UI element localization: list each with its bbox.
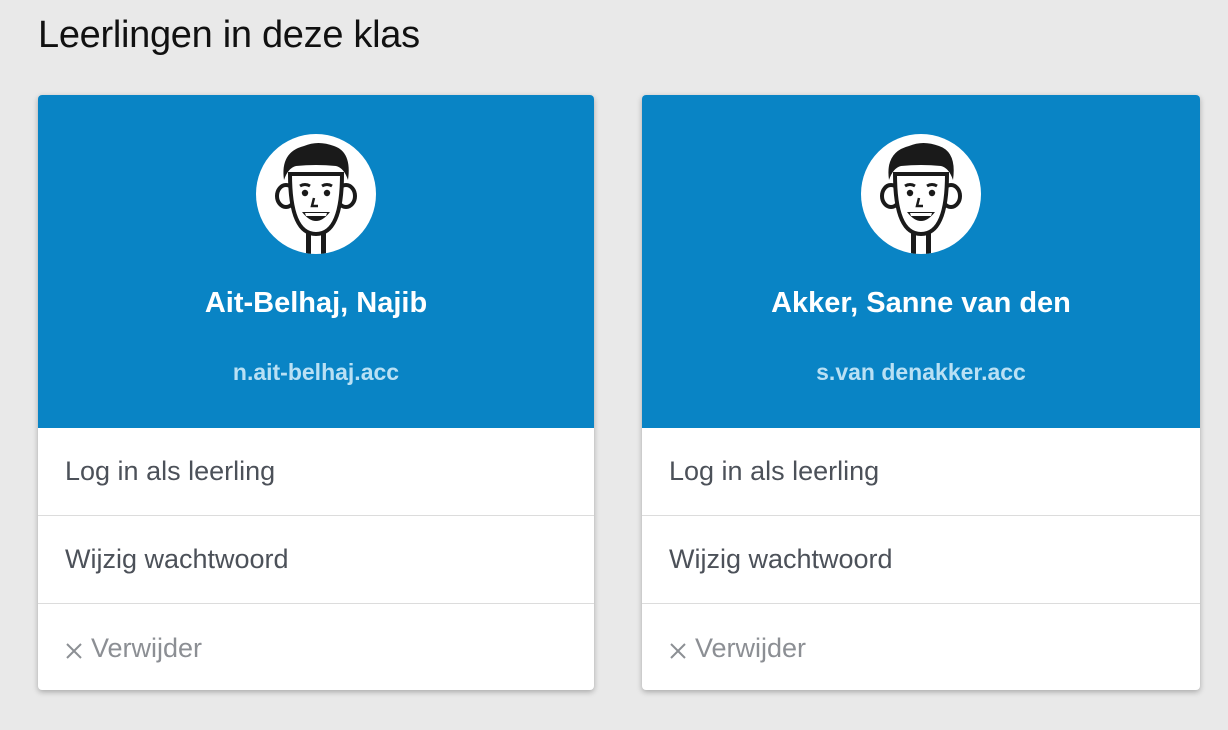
close-icon bbox=[65, 636, 83, 659]
student-card: Ait-Belhaj, Najib n.ait-belhaj.acc Log i… bbox=[38, 95, 594, 690]
student-username: n.ait-belhaj.acc bbox=[232, 359, 400, 385]
change-password-label: Wijzig wachtwoord bbox=[65, 544, 289, 574]
student-card-header: Ait-Belhaj, Najib n.ait-belhaj.acc bbox=[38, 95, 594, 428]
student-name: Akker, Sanne van den bbox=[771, 287, 1071, 319]
login-as-student-button[interactable]: Log in als leerling bbox=[38, 428, 594, 516]
students-page: Leerlingen in deze klas Ait-Belhaj, Naji… bbox=[0, 0, 1228, 730]
login-as-student-button[interactable]: Log in als leerling bbox=[642, 428, 1200, 516]
student-card: Akker, Sanne van den s.van denakker.acc … bbox=[642, 95, 1200, 690]
page-title: Leerlingen in deze klas bbox=[38, 14, 420, 56]
remove-student-label: Verwijder bbox=[695, 632, 807, 663]
close-icon bbox=[669, 636, 687, 659]
change-password-button[interactable]: Wijzig wachtwoord bbox=[38, 516, 594, 604]
student-username: s.van denakker.acc bbox=[816, 359, 1026, 385]
change-password-label: Wijzig wachtwoord bbox=[669, 544, 893, 574]
remove-student-button[interactable]: Verwijder bbox=[38, 604, 594, 690]
student-name: Ait-Belhaj, Najib bbox=[204, 287, 428, 319]
login-as-student-label: Log in als leerling bbox=[669, 456, 880, 486]
boy-avatar-icon bbox=[256, 134, 376, 254]
boy-avatar-icon bbox=[861, 134, 981, 254]
change-password-button[interactable]: Wijzig wachtwoord bbox=[642, 516, 1200, 604]
login-as-student-label: Log in als leerling bbox=[65, 456, 276, 486]
remove-student-button[interactable]: Verwijder bbox=[642, 604, 1200, 690]
remove-student-label: Verwijder bbox=[91, 632, 203, 663]
student-card-header: Akker, Sanne van den s.van denakker.acc bbox=[642, 95, 1200, 428]
